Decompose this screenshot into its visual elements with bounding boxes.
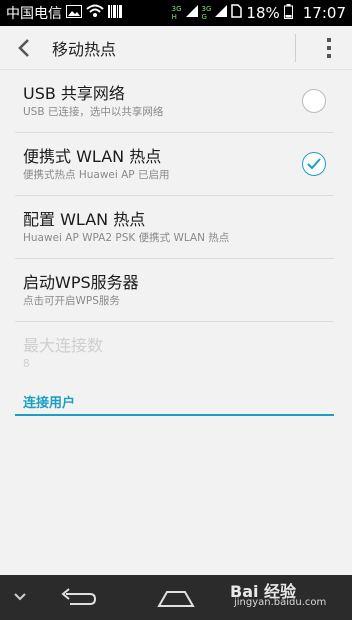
menu-dot	[327, 46, 331, 50]
setting-usb-tethering[interactable]: USB 共享网络 USB 已连接，选中以共享网络	[15, 70, 334, 133]
setting-subtitle: USB 已连接，选中以共享网络	[23, 106, 164, 118]
overflow-menu-button[interactable]	[320, 34, 338, 62]
barcode-icon	[108, 4, 122, 22]
status-bar: 中国电信 3G H 3G G 18% 17:07	[0, 0, 352, 26]
usb-tethering-checkbox[interactable]	[302, 89, 326, 113]
sim-card-icon	[231, 4, 243, 22]
battery-icon	[283, 3, 293, 23]
wifi-hotspot-icon	[86, 4, 104, 22]
menu-dot	[327, 38, 331, 42]
carrier-label: 中国电信	[6, 6, 62, 22]
signal-icon-1	[185, 5, 198, 21]
wlan-hotspot-checkbox[interactable]	[302, 152, 326, 176]
home-icon	[157, 591, 195, 607]
page-title: 移动热点	[52, 39, 117, 59]
setting-configure-wlan-hotspot[interactable]: 配置 WLAN 热点 Huawei AP WPA2 PSK 便携式 WLAN 热…	[15, 196, 334, 259]
back-button[interactable]	[6, 26, 42, 70]
network-3g-tag-2: 3G G	[201, 5, 212, 21]
hide-nav-button[interactable]	[10, 587, 30, 607]
network-3g-tag-1: 3G H	[171, 5, 182, 21]
setting-subtitle: 点击可开启WPS服务	[23, 295, 120, 307]
nav-home-button[interactable]	[154, 585, 198, 611]
action-bar-divider	[295, 34, 296, 62]
setting-max-connections: 最大连接数 8	[15, 322, 334, 385]
gallery-icon	[66, 4, 82, 22]
menu-dot	[327, 54, 331, 58]
watermark-url: jingyan.baidu.com	[234, 597, 327, 608]
setting-subtitle: Huawei AP WPA2 PSK 便携式 WLAN 热点	[23, 232, 230, 244]
setting-start-wps-server[interactable]: 启动WPS服务器 点击可开启WPS服务	[15, 259, 334, 322]
chevron-down-icon	[14, 593, 26, 601]
setting-portable-wlan-hotspot[interactable]: 便携式 WLAN 热点 便携式热点 Huawei AP 已启用	[15, 133, 334, 196]
setting-subtitle: 便携式热点 Huawei AP 已启用	[23, 169, 170, 181]
setting-title: 配置 WLAN 热点	[23, 210, 146, 229]
setting-subtitle: 8	[23, 358, 30, 370]
signal-icon-2	[215, 5, 228, 21]
setting-title: USB 共享网络	[23, 84, 125, 103]
action-bar: 移动热点	[0, 26, 352, 70]
setting-title: 最大连接数	[23, 336, 104, 355]
chevron-left-icon	[18, 38, 29, 57]
connected-users-section-header: 连接用户	[15, 386, 334, 416]
setting-title: 便携式 WLAN 热点	[23, 147, 162, 166]
battery-percent: 18%	[246, 4, 280, 22]
setting-title: 启动WPS服务器	[23, 273, 139, 292]
clock: 17:07	[302, 4, 346, 22]
nav-back-button[interactable]	[56, 585, 100, 611]
settings-list: USB 共享网络 USB 已连接，选中以共享网络 便携式 WLAN 热点 便携式…	[0, 70, 352, 385]
section-label: 连接用户	[23, 396, 76, 411]
checkmark-icon	[307, 158, 321, 170]
back-arrow-icon	[61, 588, 96, 605]
